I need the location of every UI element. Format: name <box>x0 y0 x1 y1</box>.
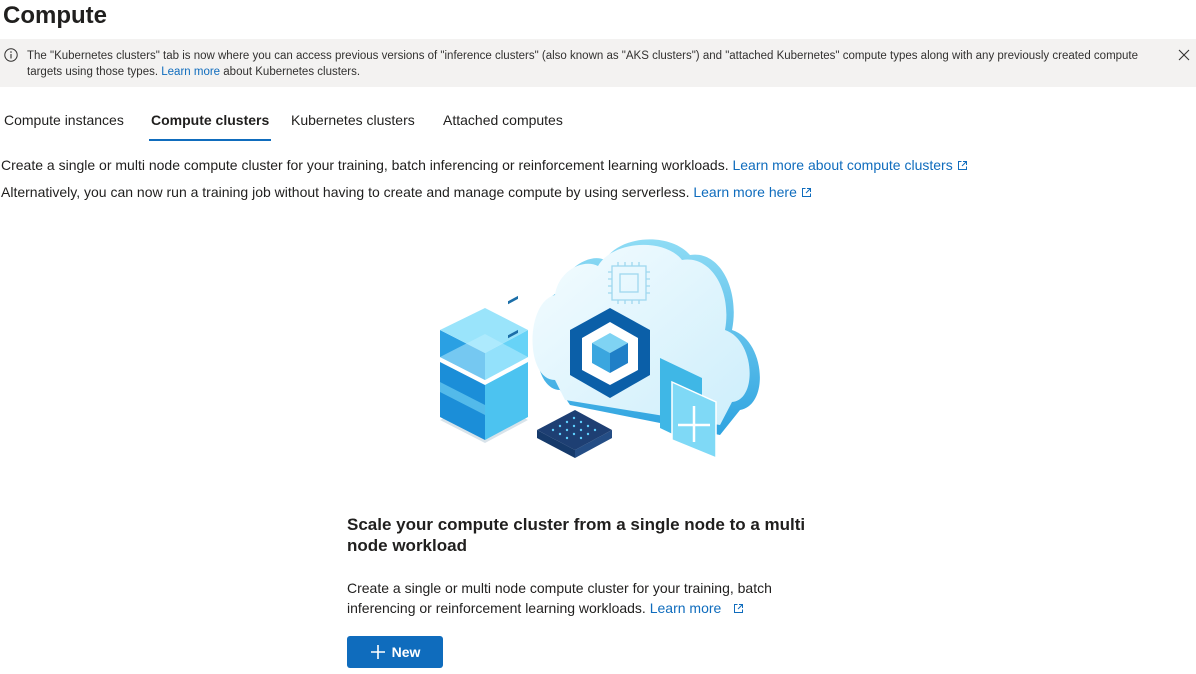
banner-text-after: about Kubernetes clusters. <box>223 66 361 78</box>
learn-more-compute-clusters-label: Learn more about compute clusters <box>732 157 953 173</box>
description-line-1: Create a single or multi node compute cl… <box>1 155 968 175</box>
page-title: Compute <box>3 2 107 29</box>
learn-more-here-link[interactable]: Learn more here <box>693 184 812 200</box>
external-link-icon <box>957 161 967 170</box>
info-banner: The "Kubernetes clusters" tab is now whe… <box>0 39 1196 87</box>
empty-state-title: Scale your compute cluster from a single… <box>347 515 806 555</box>
description-text-1: Create a single or multi node compute cl… <box>1 157 729 173</box>
description-line-2: Alternatively, you can now run a trainin… <box>1 182 812 202</box>
learn-more-compute-clusters-link[interactable]: Learn more about compute clusters <box>732 157 967 173</box>
external-link-icon <box>734 604 744 613</box>
tab-kubernetes-clusters[interactable]: Kubernetes clusters <box>291 108 415 142</box>
tab-compute-clusters[interactable]: Compute clusters <box>148 108 272 142</box>
external-link-icon <box>801 188 811 197</box>
banner-message: The "Kubernetes clusters" tab is now whe… <box>27 48 1147 80</box>
plus-icon <box>370 645 385 659</box>
close-icon[interactable] <box>1177 48 1191 62</box>
empty-state-description: Create a single or multi node compute cl… <box>347 578 777 618</box>
new-compute-cluster-button[interactable]: New <box>347 636 443 668</box>
empty-state-learn-more-label: Learn more <box>649 600 722 616</box>
description-text-2: Alternatively, you can now run a trainin… <box>1 184 690 200</box>
empty-state-learn-more-link[interactable]: Learn more <box>650 600 744 616</box>
banner-learn-more-link[interactable]: Learn more <box>161 66 220 78</box>
tab-compute-instances[interactable]: Compute instances <box>4 108 124 142</box>
new-button-label: New <box>391 644 421 660</box>
compute-cluster-illustration <box>440 239 760 460</box>
learn-more-here-label: Learn more here <box>693 184 797 200</box>
tab-attached-computes[interactable]: Attached computes <box>443 108 563 142</box>
info-icon <box>4 48 18 62</box>
